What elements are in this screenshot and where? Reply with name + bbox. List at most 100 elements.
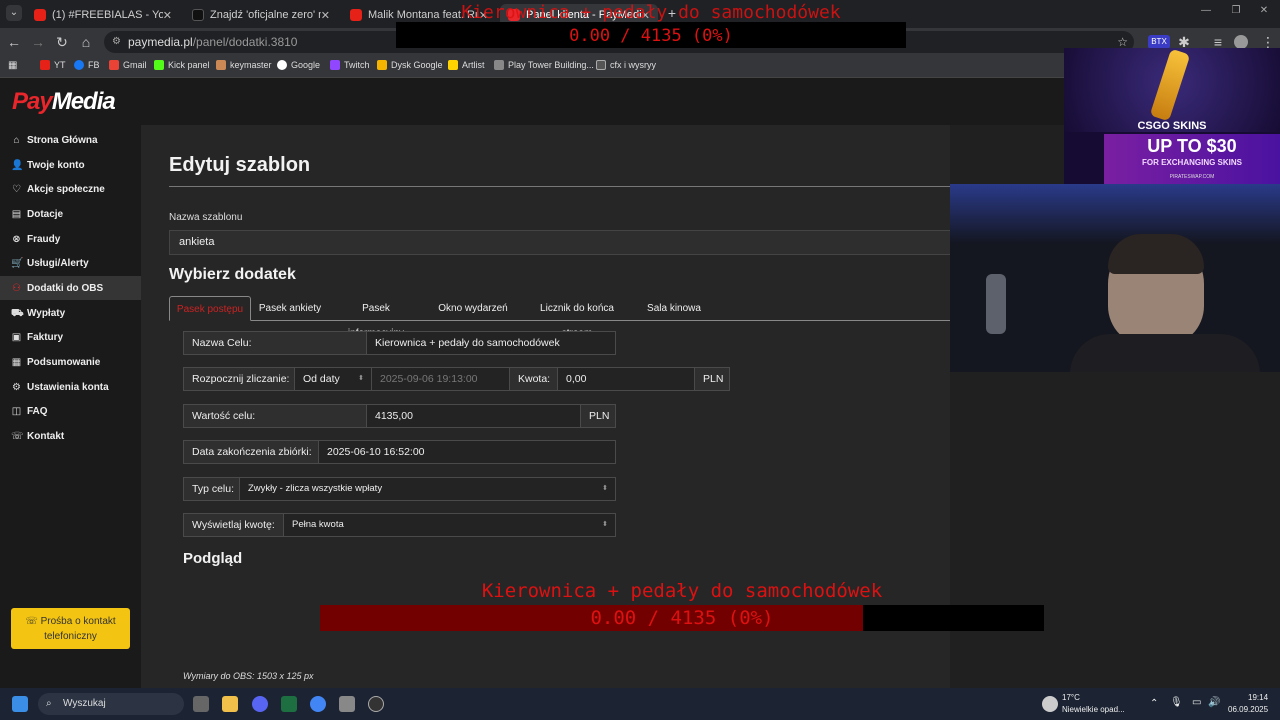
bookmark-kick[interactable]: Kick panel [154,60,210,70]
network-icon[interactable]: ▭ [1192,697,1201,708]
webcam-light [950,184,1280,244]
sidebar-item-invoices[interactable]: ▣ Faktury [0,325,141,349]
start-date-input[interactable]: 2025-09-06 19:13:00 [371,367,510,391]
webcam-person-body [1070,334,1260,372]
amount-input[interactable]: 0,00 [557,367,695,391]
close-icon[interactable]: ✕ [321,9,330,22]
youtube-icon [34,9,46,21]
tab-progress-bar[interactable]: Pasek postępu [169,296,251,321]
bookmark-drive[interactable]: Dysk Google [377,60,443,70]
sidebar-item-home[interactable]: ⌂ Strona Główna [0,128,141,152]
addon-heading: Wybierz dodatek [169,266,296,283]
phone-contact-button[interactable]: ☏ Prośba o kontakt telefoniczny [11,608,130,649]
tab-events-window[interactable]: Okno wydarzeń [437,296,509,321]
preview-progress-bar: 0.00 / 4135 (0%) [320,605,1044,631]
goal-type-label: Typ celu: [183,477,240,501]
bookmark-keymaster[interactable]: keymaster [216,60,272,70]
bookmark-fb[interactable]: FB [74,60,100,70]
tab-info-bar[interactable]: Pasek informacyjny [333,296,419,339]
bookmark-cfx[interactable]: cfx i wysryy [596,60,656,70]
bookmark-artlist[interactable]: Artlist [448,60,485,70]
sidebar-item-settings[interactable]: ⚙ Ustawienia konta [0,375,141,399]
clock-time[interactable]: 19:14 [1248,693,1268,702]
bookmark-yt[interactable]: YT [40,60,66,70]
select-arrows-icon: ⬍ [602,485,608,492]
bookmark-google[interactable]: Google [277,60,320,70]
goal-value-currency: PLN [580,404,616,428]
search-icon: ⌕ [46,698,52,709]
weather-icon [1042,696,1058,712]
sidebar-item-account[interactable]: 👤 Twoje konto [0,153,141,177]
sidebar-item-obs-addons[interactable]: ⚇ Dodatki do OBS [0,276,141,300]
taskbar-search[interactable]: ⌕ Wyszukaj [38,693,184,715]
volume-icon[interactable]: 🔊 [1208,697,1220,708]
play-tower-icon [494,60,504,70]
template-name-input[interactable]: ankieta [169,230,950,255]
sidebar-item-frauds[interactable]: ⊗ Fraudy [0,227,141,251]
home-browser-icon[interactable]: ⌂ [78,34,94,50]
sidebar-item-summary[interactable]: ▦ Podsumowanie [0,350,141,374]
preview-heading: Podgląd [183,550,243,567]
obs-dimensions: Wymiary do OBS: 1503 x 125 px [183,671,314,681]
back-icon[interactable]: ← [6,34,22,50]
windows-start-icon[interactable] [12,696,28,712]
browser-tab-youtube[interactable]: (1) #FREEBIALAS - YouTube ✕ [26,4,180,26]
tiktok-icon [192,9,204,21]
site-info-icon[interactable]: ⚙ [112,31,121,53]
goal-type-select[interactable]: Zwykły - zlicza wszystkie wpłaty ⬍ [239,477,616,501]
select-arrows-icon: ⬍ [602,521,608,528]
artlist-icon [448,60,458,70]
task-view-icon[interactable] [193,696,209,712]
tab-stream-countdown[interactable]: Licznik do końca stream [525,296,629,339]
clock-date[interactable]: 06.09.2025 [1228,705,1268,714]
end-date-input[interactable]: 2025-06-10 16:52:00 [318,440,616,464]
tab-cinema-room[interactable]: Sala kinowa [645,296,703,321]
goal-value-input[interactable]: 4135,00 [366,404,581,428]
window-close-icon[interactable]: ✕ [1256,5,1272,16]
windows-taskbar: ⌕ Wyszukaj 17°C Niewielkie opad... ⌃ 🎙 ▭ … [0,688,1280,720]
sidebar-item-faq[interactable]: ◫ FAQ [0,399,141,423]
display-amount-select[interactable]: Pełna kwota ⬍ [283,513,616,537]
profile-avatar[interactable] [1234,35,1248,49]
close-icon[interactable]: ✕ [163,9,172,22]
bookmark-play-tower[interactable]: Play Tower Building... [494,60,594,70]
chrome-icon[interactable] [310,696,326,712]
extension-icon[interactable]: BTX [1148,35,1170,49]
sidebar-item-services[interactable]: 🛒 Usługi/Alerty [0,251,141,275]
sidebar-item-donations[interactable]: ▤ Dotacje [0,202,141,226]
excel-icon[interactable] [281,696,297,712]
start-count-select[interactable]: Od daty ⬍ [294,367,372,391]
bookmark-twitch[interactable]: Twitch [330,60,370,70]
document-icon: ▤ [11,208,22,220]
ad-banner: UP TO $30 FOR EXCHANGING SKINS PIRATESWA… [1104,134,1280,184]
user-icon: 👤 [11,159,24,171]
reload-icon[interactable]: ↻ [54,34,70,51]
phone-icon: ☏ [11,430,24,442]
explorer-icon[interactable] [222,696,238,712]
display-amount-label: Wyświetlaj kwotę: [183,513,284,537]
discord-icon[interactable] [252,696,268,712]
goal-name-label: Nazwa Celu: [183,331,367,355]
tab-search-icon[interactable]: ⌄ [6,5,22,21]
sidebar-item-social[interactable]: ♡ Akcje społeczne [0,177,141,201]
sidebar-item-contact[interactable]: ☏ Kontakt [0,424,141,448]
weather-desc: Niewielkie opad... [1062,705,1125,714]
summary-icon: ▦ [11,356,22,368]
browser-tab-tiktok[interactable]: Znajdź 'oficjalne zero' na TikToku ✕ [184,4,338,26]
youtube-icon [40,60,50,70]
kick-icon [154,60,164,70]
paymedia-logo[interactable]: PayMedia [12,88,116,116]
maximize-icon[interactable]: ❐ [1228,5,1244,16]
goal-name-input[interactable]: Kierownica + pedały do samochodówek [366,331,616,355]
forward-icon[interactable]: → [30,34,46,50]
apps-grid-icon[interactable]: ▦ [8,60,17,71]
overlay-goal-title: Kierownica + pedały do samochodówek [461,2,841,23]
tab-poll-bar[interactable]: Pasek ankiety [253,296,327,321]
calculator-icon[interactable] [339,696,355,712]
obs-icon[interactable] [368,696,384,712]
tray-chevron-icon[interactable]: ⌃ [1150,698,1158,709]
bookmark-gmail[interactable]: Gmail [109,60,147,70]
minimize-icon[interactable]: — [1198,5,1214,16]
sidebar-item-payouts[interactable]: ⛟ Wypłaty [0,301,141,325]
microphone-icon[interactable]: 🎙 [1170,697,1183,708]
